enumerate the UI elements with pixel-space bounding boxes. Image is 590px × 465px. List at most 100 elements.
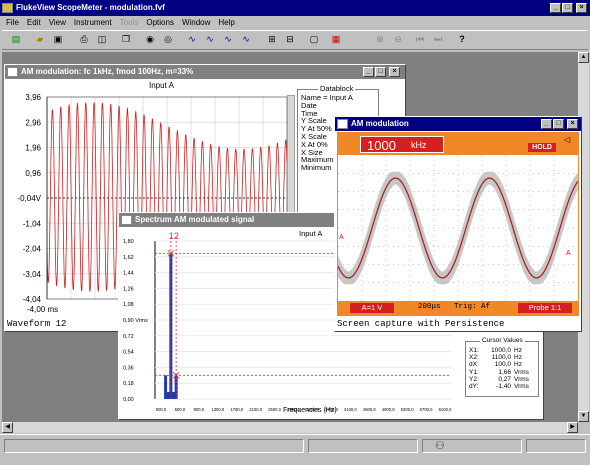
print-preview-icon[interactable]: ◫ [94, 32, 110, 48]
waveform-math-icon[interactable]: ∿ [238, 32, 254, 48]
maximize-icon[interactable]: □ [375, 67, 386, 77]
menu-options[interactable]: Options [142, 17, 178, 29]
cursor-value-row: Y1: 1,66 Vrms [469, 369, 537, 376]
cursor-value-unit: Vrms [514, 375, 529, 383]
copy-icon[interactable]: ❐ [118, 32, 134, 48]
window-icon [7, 67, 18, 77]
open-folder-icon[interactable]: ▰ [32, 32, 48, 48]
scope-caption: Screen capture with Persistence [337, 319, 505, 329]
trigger-marker-icon: ◁ [564, 135, 571, 144]
scroll-right-icon[interactable]: ▶ [567, 422, 578, 433]
waveform-ab-icon[interactable]: ∿ [220, 32, 236, 48]
close-icon[interactable]: × [567, 119, 578, 129]
cursor-value-value: 1000,0 [491, 347, 511, 354]
cursor-value-row: X1: 1000,0 Hz [469, 347, 537, 354]
cursor-values-title: Cursor Values [480, 337, 525, 344]
horizontal-scrollbar[interactable]: ◀ ▶ [2, 422, 578, 433]
scroll-down-icon[interactable]: ▼ [578, 411, 589, 422]
minimize-icon[interactable]: _ [541, 119, 552, 129]
scope-readout-box: 1000 kHz [360, 136, 444, 153]
y-tick-label: 0,00 [123, 397, 134, 403]
zoom-out-icon[interactable]: ⊖ [390, 32, 406, 48]
x-tick-label: 1700,0 [230, 407, 243, 412]
scroll-up-icon[interactable]: ▲ [578, 52, 589, 63]
y-tick-label: -1,04 [23, 219, 42, 228]
camera-settings-icon[interactable]: ◎ [160, 32, 176, 48]
scope-readout: 1000 [367, 138, 396, 153]
cursor-value-label: X1: [469, 347, 479, 354]
y-tick-label: -4,04 [23, 295, 42, 304]
minimize-icon[interactable]: _ [363, 67, 374, 77]
y-tick-label: 1,26 [123, 286, 134, 292]
help-icon[interactable]: ? [454, 32, 470, 48]
channel-a-marker-icon: A [339, 234, 344, 241]
cursor-values-panel: Cursor Values X1: 1000,0 Hz X2: 1100,0 Hz dX: 1… [465, 337, 539, 397]
maximize-icon[interactable]: □ [562, 3, 573, 13]
maximize-icon[interactable]: □ [553, 119, 564, 129]
next-record-icon[interactable]: ⏭ [430, 32, 446, 48]
waveform-window-title-bar: AM modulation: fc 1kHz, fmod 100Hz, m=33… [5, 65, 405, 79]
hold-badge: HOLD [528, 143, 556, 152]
menu-window[interactable]: Window [178, 17, 214, 29]
first-record-icon[interactable]: ⏮ [412, 32, 428, 48]
camera-icon[interactable]: ◉ [142, 32, 158, 48]
app-title: FlukeView ScopeMeter - modulation.fvf [16, 3, 165, 12]
menu-view[interactable]: View [45, 17, 70, 29]
status-pane-3: ⚇ [422, 439, 522, 453]
waveform-b-icon[interactable]: ∿ [202, 32, 218, 48]
channel-a-right-marker-icon: A [566, 250, 571, 257]
menu-file[interactable]: File [2, 17, 23, 29]
waveform-a-icon[interactable]: ∿ [184, 32, 200, 48]
scope-readout-unit: kHz [411, 140, 427, 150]
menu-tools[interactable]: Tools [116, 17, 143, 29]
menu-bar: File Edit View Instrument Tools Options Window… [2, 17, 588, 30]
cursor-value-unit: Hz [514, 361, 522, 369]
cursor-value-label: dX: [469, 361, 479, 369]
close-icon[interactable]: × [389, 67, 400, 77]
scope-window[interactable]: AM modulation _ □ × 1000 kHz HOLD ◁ AA A… [334, 116, 582, 332]
new-file-icon[interactable]: ▤ [8, 32, 24, 48]
status-pane-main [4, 439, 304, 453]
y-tick-label: 0,54 [123, 350, 134, 356]
cursor-value-value: 1100,0 [491, 354, 511, 362]
close-icon[interactable]: × [576, 3, 587, 13]
zoom-in-icon[interactable]: ⊕ [372, 32, 388, 48]
cursor-value-label: dY: [469, 383, 479, 391]
x-tick-label: 2500,0 [268, 407, 281, 412]
menu-instrument[interactable]: Instrument [70, 17, 116, 29]
screen-icon[interactable]: ▢ [306, 32, 322, 48]
window-icon[interactable]: ⊞ [264, 32, 280, 48]
scope-setup-icon[interactable]: ▦ [328, 32, 344, 48]
y-tick-label: 2,96 [25, 118, 41, 127]
x-tick-label: 1300,0 [211, 407, 224, 412]
window-compare-icon[interactable]: ⊟ [282, 32, 298, 48]
cursor-value-label: X2: [469, 354, 479, 362]
scope-window-title-bar: AM modulation _ □ × [335, 117, 581, 131]
scope-trace: AA [338, 155, 578, 301]
y-tick-label: -3,04 [23, 270, 42, 279]
y-tick-label: -2,04 [23, 245, 42, 254]
app-icon [2, 3, 13, 13]
x-tick-label: 900,0 [156, 407, 167, 412]
scope-probe-box: Probe 1:1 [518, 303, 572, 313]
connection-icon: ⚇ [435, 440, 445, 452]
menu-help[interactable]: Help [214, 17, 238, 29]
x-tick-label: 4900,0 [382, 407, 395, 412]
y-tick-label: 0,18 [123, 381, 134, 387]
menu-edit[interactable]: Edit [23, 17, 45, 29]
cursor-value-value: -1,40 [496, 383, 511, 391]
scroll-left-icon[interactable]: ◀ [2, 422, 13, 433]
x-tick-label: 4500,0 [363, 407, 376, 412]
minimize-icon[interactable]: _ [550, 3, 561, 13]
status-bar: ⚇ [0, 434, 590, 465]
cursor-value-row: Y2: 0,27 Vrms [469, 376, 537, 383]
y-tick-label: 1,08 [123, 302, 134, 308]
cursor-value-label: Y2: [469, 375, 479, 383]
y-tick-label: 1,62 [123, 255, 134, 261]
cursor-value-row: X2: 1100,0 Hz [469, 354, 537, 361]
save-icon[interactable]: ▣ [50, 32, 66, 48]
cursor-values-rows: X1: 1000,0 Hz X2: 1100,0 Hz dX: 100,0 Hz Y1: 1,66 V… [469, 347, 537, 390]
x-tick-label: 900,0 [194, 407, 205, 412]
print-icon[interactable]: ⎙ [76, 32, 92, 48]
y-tick-label: -0,04V [17, 194, 41, 203]
